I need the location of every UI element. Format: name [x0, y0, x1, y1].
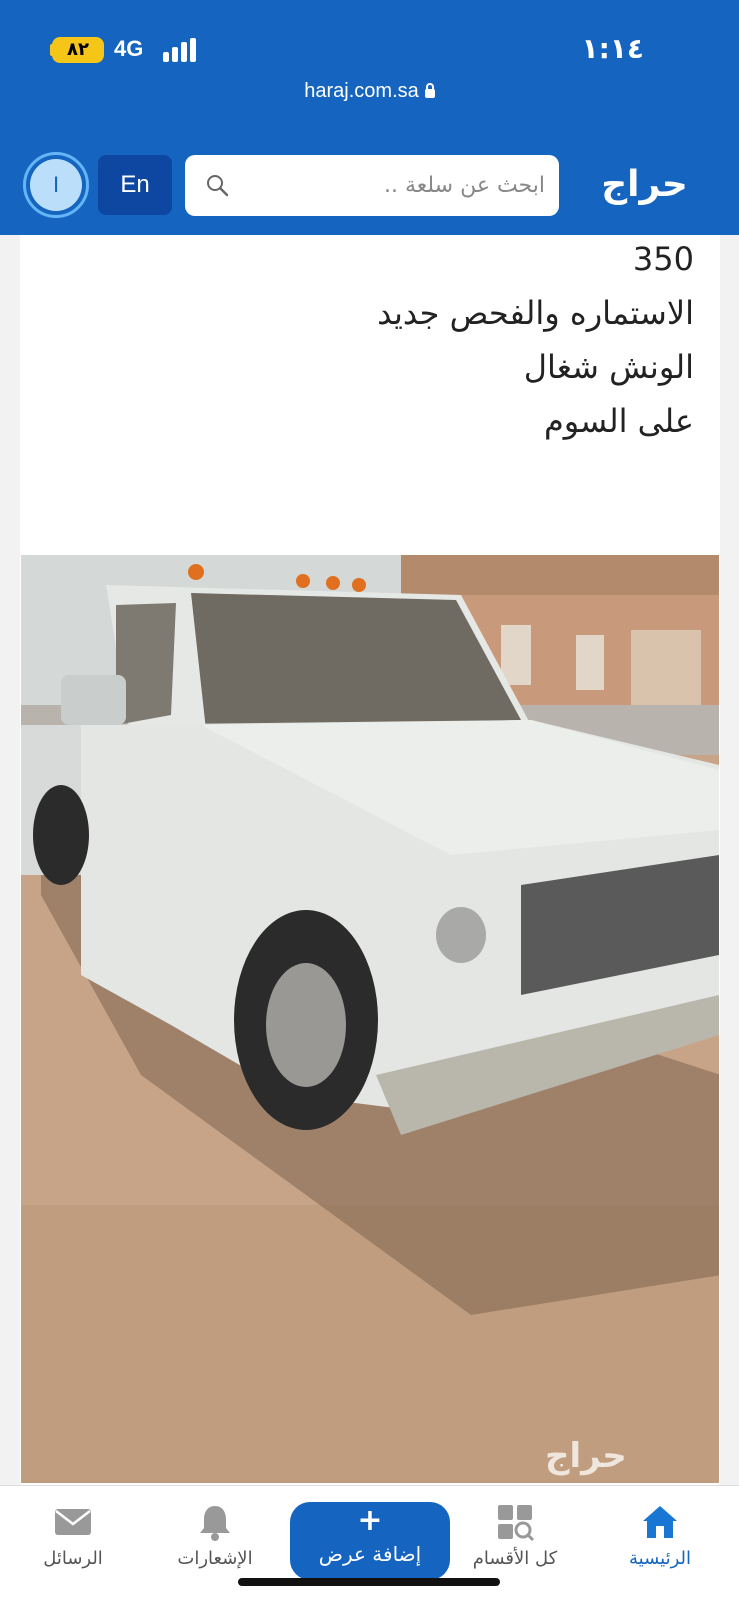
app-screen: ٨٢ 4G ١:١٤ haraj.com.sa I En حراج 350 ال…: [0, 0, 739, 1600]
search-input[interactable]: [235, 155, 545, 216]
avatar[interactable]: I: [30, 159, 82, 211]
description-line: 350: [632, 240, 694, 278]
nav-categories[interactable]: كل الأقسام: [460, 1500, 570, 1580]
nav-messages[interactable]: الرسائل: [18, 1500, 128, 1580]
language-button[interactable]: En: [98, 155, 172, 215]
truck-photo-illustration: [21, 555, 719, 1483]
status-time: ١:١٤: [581, 32, 644, 65]
categories-icon: [498, 1505, 535, 1542]
battery-indicator: ٨٢: [52, 37, 104, 63]
add-listing-label: إضافة عرض: [318, 1542, 422, 1566]
nav-home-label: الرئيسية: [629, 1548, 691, 1569]
lock-icon: [424, 83, 435, 98]
nav-messages-label: الرسائل: [43, 1548, 103, 1569]
home-icon: [643, 1506, 677, 1538]
url-text: haraj.com.sa: [304, 80, 419, 102]
haraj-logo[interactable]: حراج: [578, 160, 711, 210]
url-bar[interactable]: haraj.com.sa: [0, 80, 739, 103]
bell-icon: [200, 1506, 230, 1541]
home-indicator: [238, 1578, 500, 1586]
photo-watermark: حراج: [545, 1436, 627, 1476]
network-type: 4G: [114, 36, 144, 61]
search-icon[interactable]: [205, 173, 229, 197]
nav-notifications[interactable]: الإشعارات: [160, 1500, 270, 1580]
signal-icon: [163, 38, 199, 62]
post-description: 350 الاستماره والفحص جديد الونش شغال على…: [94, 232, 694, 448]
mail-icon: [55, 1509, 91, 1535]
description-line: الاستماره والفحص جديد: [377, 294, 694, 332]
description-line: على السوم: [543, 402, 694, 440]
post-photo[interactable]: [21, 555, 719, 1483]
add-listing-button[interactable]: + إضافة عرض: [290, 1502, 450, 1580]
description-line: الونش شغال: [523, 348, 694, 386]
nav-notifications-label: الإشعارات: [177, 1548, 253, 1569]
nav-home[interactable]: الرئيسية: [605, 1500, 715, 1580]
nav-categories-label: كل الأقسام: [472, 1548, 558, 1569]
status-bar: ٨٢ 4G ١:١٤: [0, 0, 739, 75]
search-box[interactable]: [185, 155, 559, 216]
plus-icon: +: [357, 1503, 383, 1538]
